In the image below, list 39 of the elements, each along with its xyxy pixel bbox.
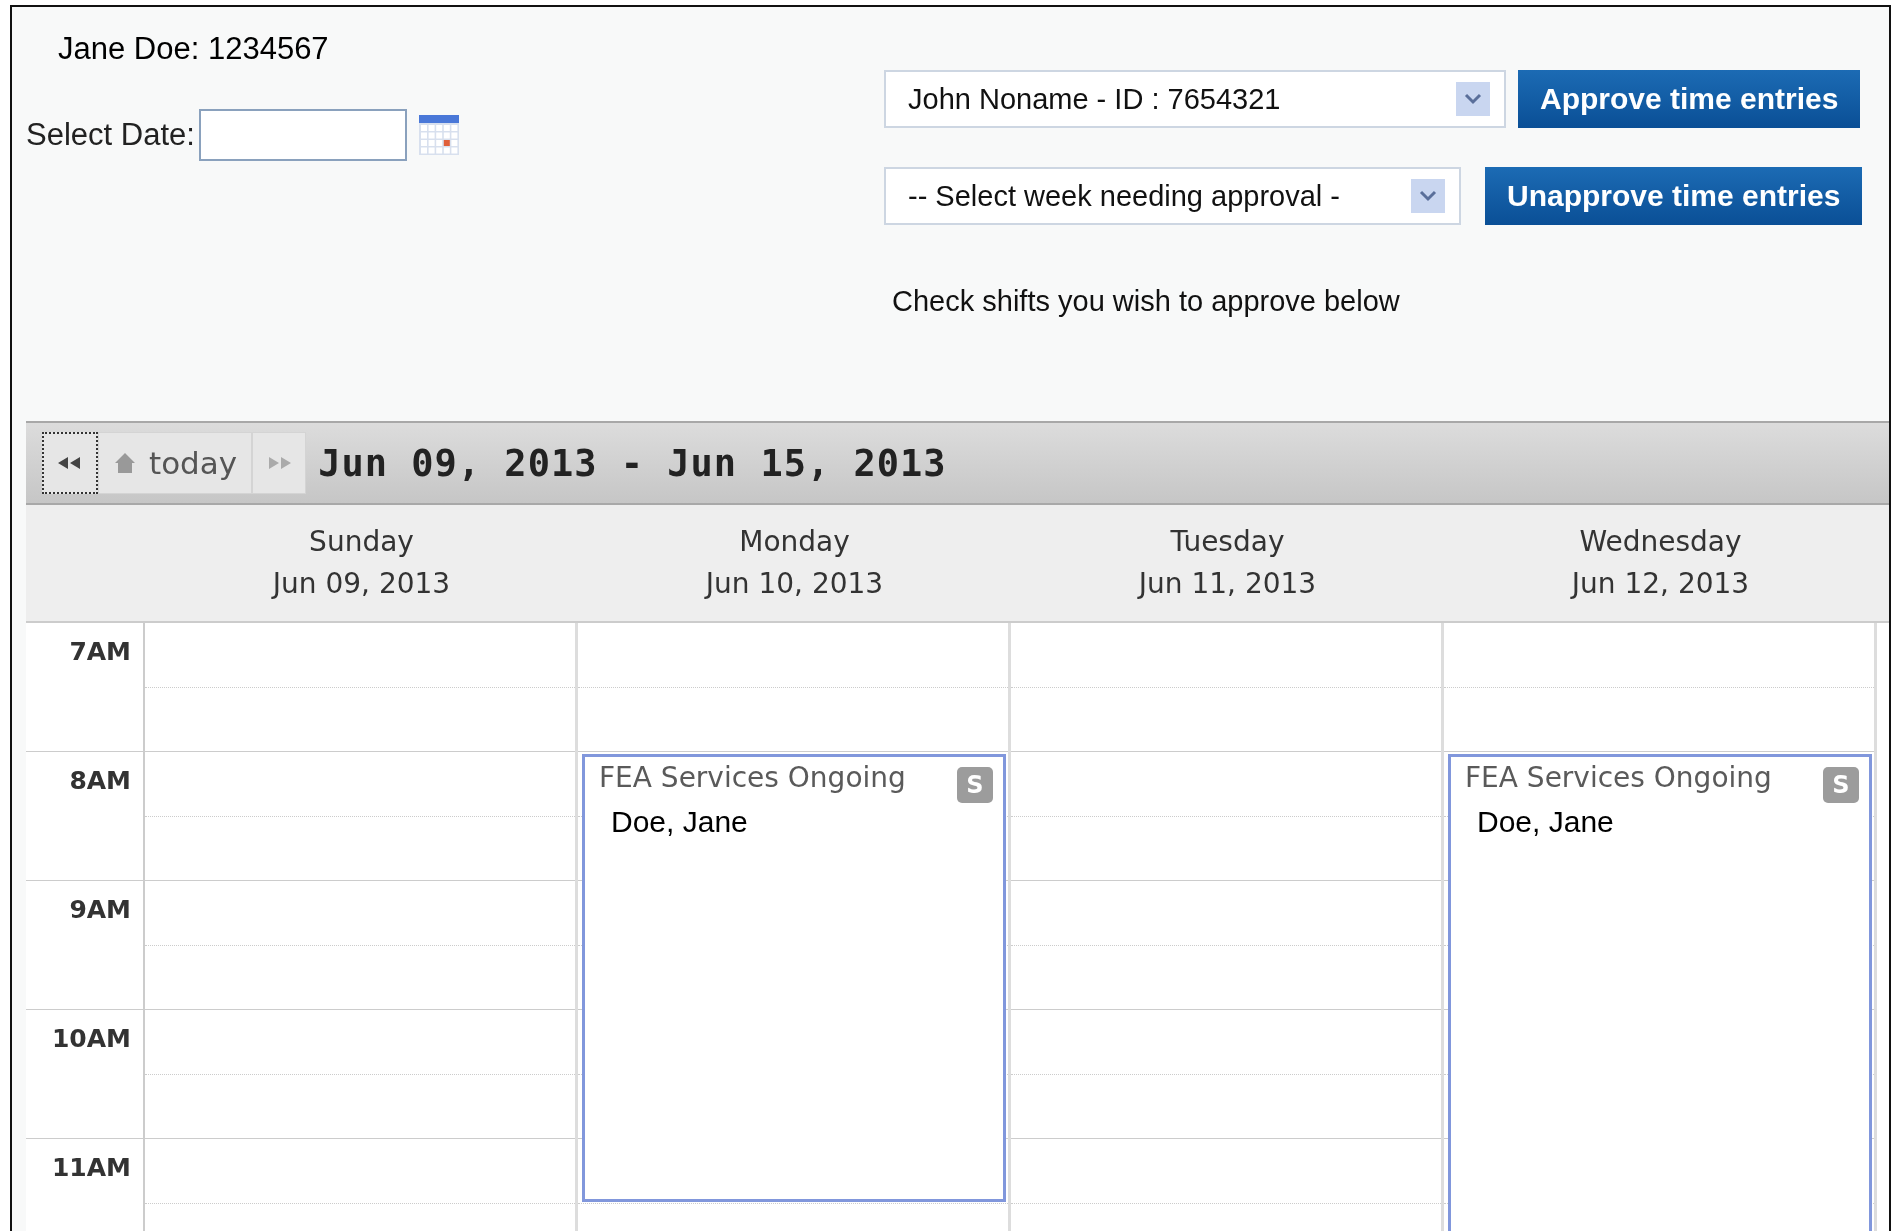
unapprove-button[interactable]: Unapprove time entries — [1485, 167, 1863, 225]
day-date: Jun 10, 2013 — [705, 566, 884, 602]
rewind-icon — [58, 456, 82, 470]
day-date: Jun 12, 2013 — [1571, 566, 1750, 602]
week-select[interactable]: -- Select week needing approval - — [884, 167, 1461, 225]
day-date: Jun 09, 2013 — [272, 566, 451, 602]
next-week-button[interactable] — [252, 432, 307, 494]
date-range-title: Jun 09, 2013 - Jun 15, 2013 — [318, 441, 947, 485]
today-button[interactable]: today — [98, 432, 253, 494]
dropdown-caret-icon[interactable] — [1411, 179, 1445, 213]
day-name: Monday — [739, 524, 850, 560]
date-label: Select Date: — [26, 117, 195, 153]
day-name: Tuesday — [1170, 524, 1285, 560]
user-label: Jane Doe: 1234567 — [58, 31, 330, 67]
calendar-icon[interactable] — [418, 115, 459, 155]
hour-label: 10AM — [51, 1024, 131, 1053]
dropdown-caret-icon[interactable] — [1456, 82, 1490, 116]
event-person: Doe, Jane — [611, 805, 749, 839]
instruction-text: Check shifts you wish to approve below — [892, 285, 1401, 318]
shift-event[interactable]: FEA Services Ongoing S Doe, Jane — [1448, 754, 1872, 1231]
event-title: FEA Services Ongoing — [1465, 761, 1772, 794]
home-icon — [113, 451, 137, 475]
day-date: Jun 11, 2013 — [1138, 566, 1317, 602]
day-name: Sunday — [309, 524, 414, 560]
shift-event[interactable]: FEA Services Ongoing S Doe, Jane — [582, 754, 1006, 1202]
previous-week-button[interactable] — [42, 432, 98, 494]
employee-select[interactable]: John Noname - ID : 7654321 — [884, 70, 1506, 128]
fast-forward-icon — [267, 456, 292, 470]
hour-label: 7AM — [69, 637, 131, 666]
status-badge: S — [957, 767, 993, 803]
event-person: Doe, Jane — [1477, 805, 1615, 839]
hour-label: 9AM — [69, 895, 131, 924]
day-name: Wednesday — [1579, 524, 1742, 560]
approve-button[interactable]: Approve time entries — [1518, 70, 1861, 128]
status-badge: S — [1823, 767, 1859, 803]
hour-label: 8AM — [69, 766, 131, 795]
event-title: FEA Services Ongoing — [599, 761, 906, 794]
hour-label: 11AM — [51, 1153, 131, 1182]
date-field[interactable] — [198, 109, 407, 161]
